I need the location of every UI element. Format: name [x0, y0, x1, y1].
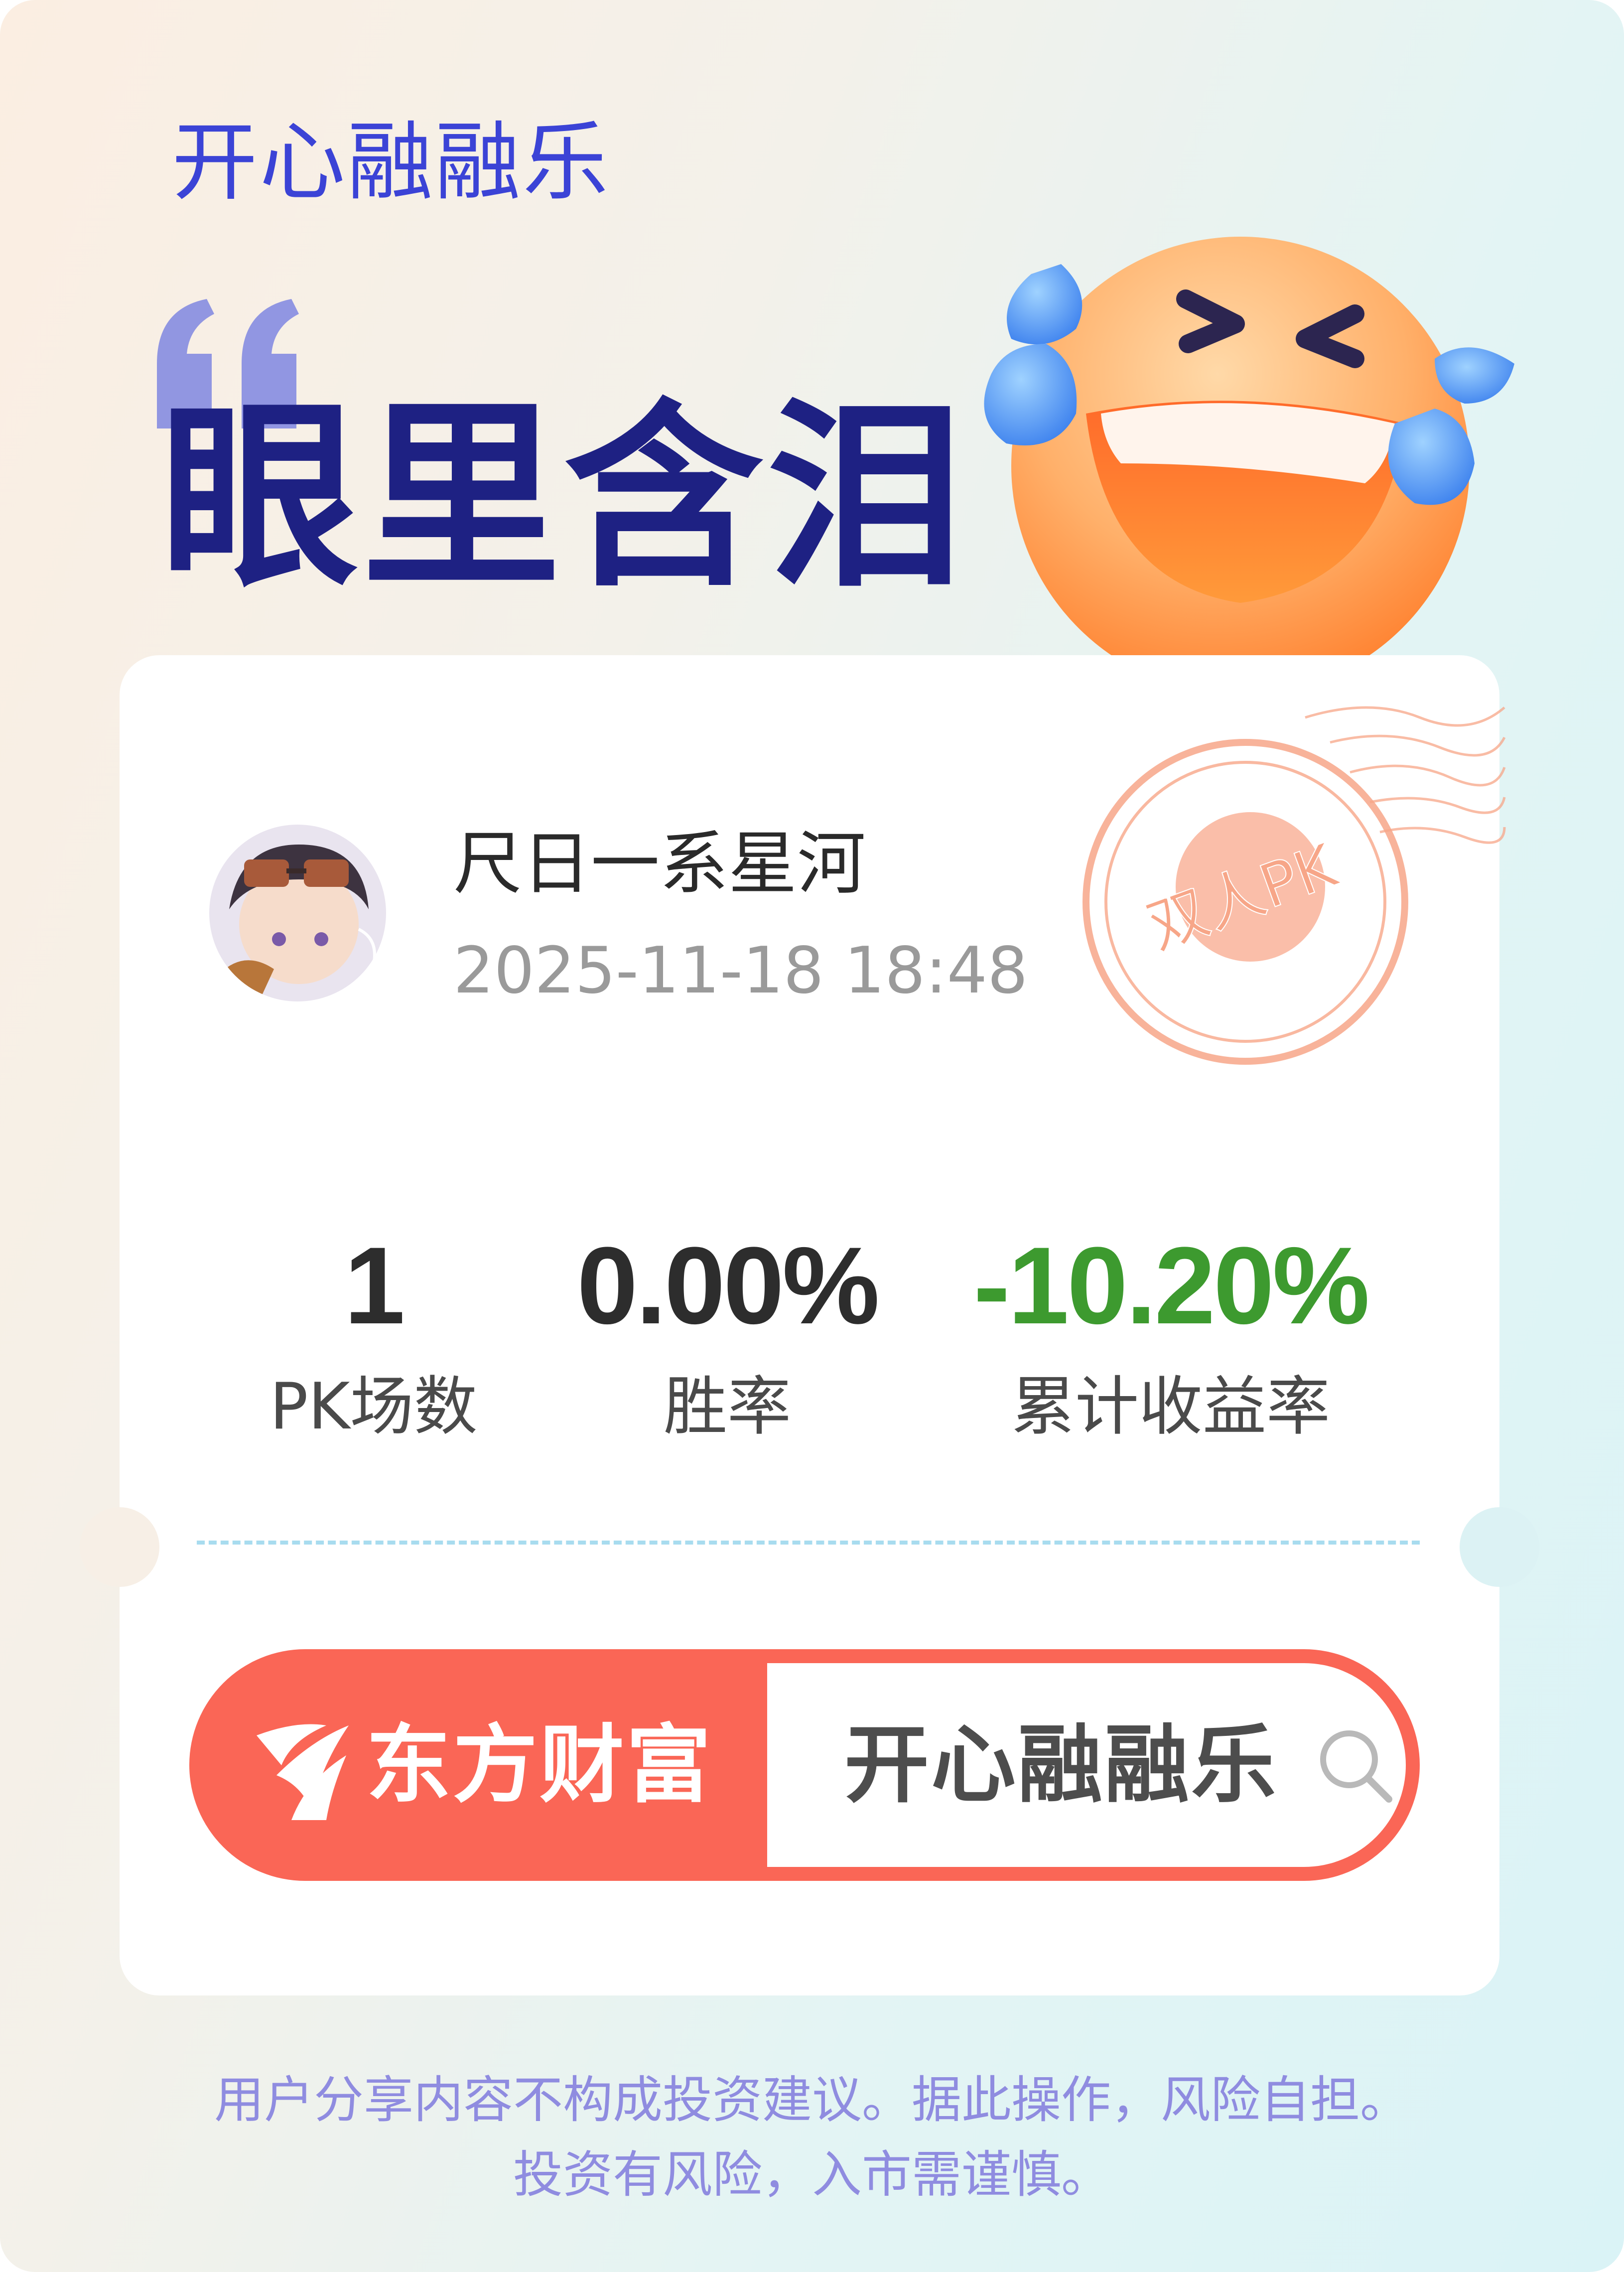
stat-value: 1	[344, 1224, 405, 1347]
dual-pk-stamp: 双人PK	[1083, 706, 1506, 1065]
risk-disclaimer: 用户分享内容不构成投资建议。据此操作，风险自担。 投资有风险，入市需谨慎。	[0, 2063, 1624, 2212]
laughing-tears-emoji-icon	[984, 237, 1514, 683]
search-field[interactable]: 开心融融乐	[767, 1663, 1406, 1867]
headline: 眼里含泪	[159, 382, 968, 614]
brand-title: 开心融融乐	[172, 112, 610, 212]
stat-label: PK场数	[270, 1370, 478, 1444]
disclaimer-line: 用户分享内容不构成投资建议。据此操作，风险自担。	[214, 2071, 1410, 2129]
share-datetime: 2025-11-18 18:48	[453, 934, 1028, 1008]
stat-label: 累计收益率	[1011, 1370, 1330, 1444]
dashed-divider	[197, 1541, 1420, 1545]
disclaimer-line: 投资有风险，入市需谨慎。	[513, 2145, 1111, 2204]
app-search-bar[interactable]: 东方财富 开心融融乐	[189, 1649, 1420, 1881]
stat-win-rate: 0.00% 胜率	[528, 1231, 927, 1439]
stat-label: 胜率	[663, 1370, 791, 1444]
share-card-page: 开心融融乐 眼里含泪 双人PK 尺日一系星河 2025-11-18 18:48 …	[0, 0, 1624, 2272]
app-name: 东方财富	[366, 1715, 713, 1815]
app-brand-section: 东方财富	[189, 1649, 767, 1881]
search-icon[interactable]	[1315, 1725, 1395, 1805]
stat-value: -10.20%	[973, 1224, 1369, 1347]
search-query: 开心融融乐	[844, 1715, 1278, 1815]
eastmoney-logo-icon	[257, 1724, 349, 1820]
user-avatar[interactable]	[209, 825, 386, 1001]
stat-pk-count: 1 PK场数	[249, 1231, 498, 1439]
ticket-notch-left	[80, 1507, 159, 1587]
username: 尺日一系星河	[453, 824, 866, 904]
stat-value: 0.00%	[577, 1224, 880, 1347]
ticket-notch-right	[1460, 1507, 1539, 1587]
stat-cumulative-return: -10.20% 累计收益率	[937, 1231, 1405, 1439]
